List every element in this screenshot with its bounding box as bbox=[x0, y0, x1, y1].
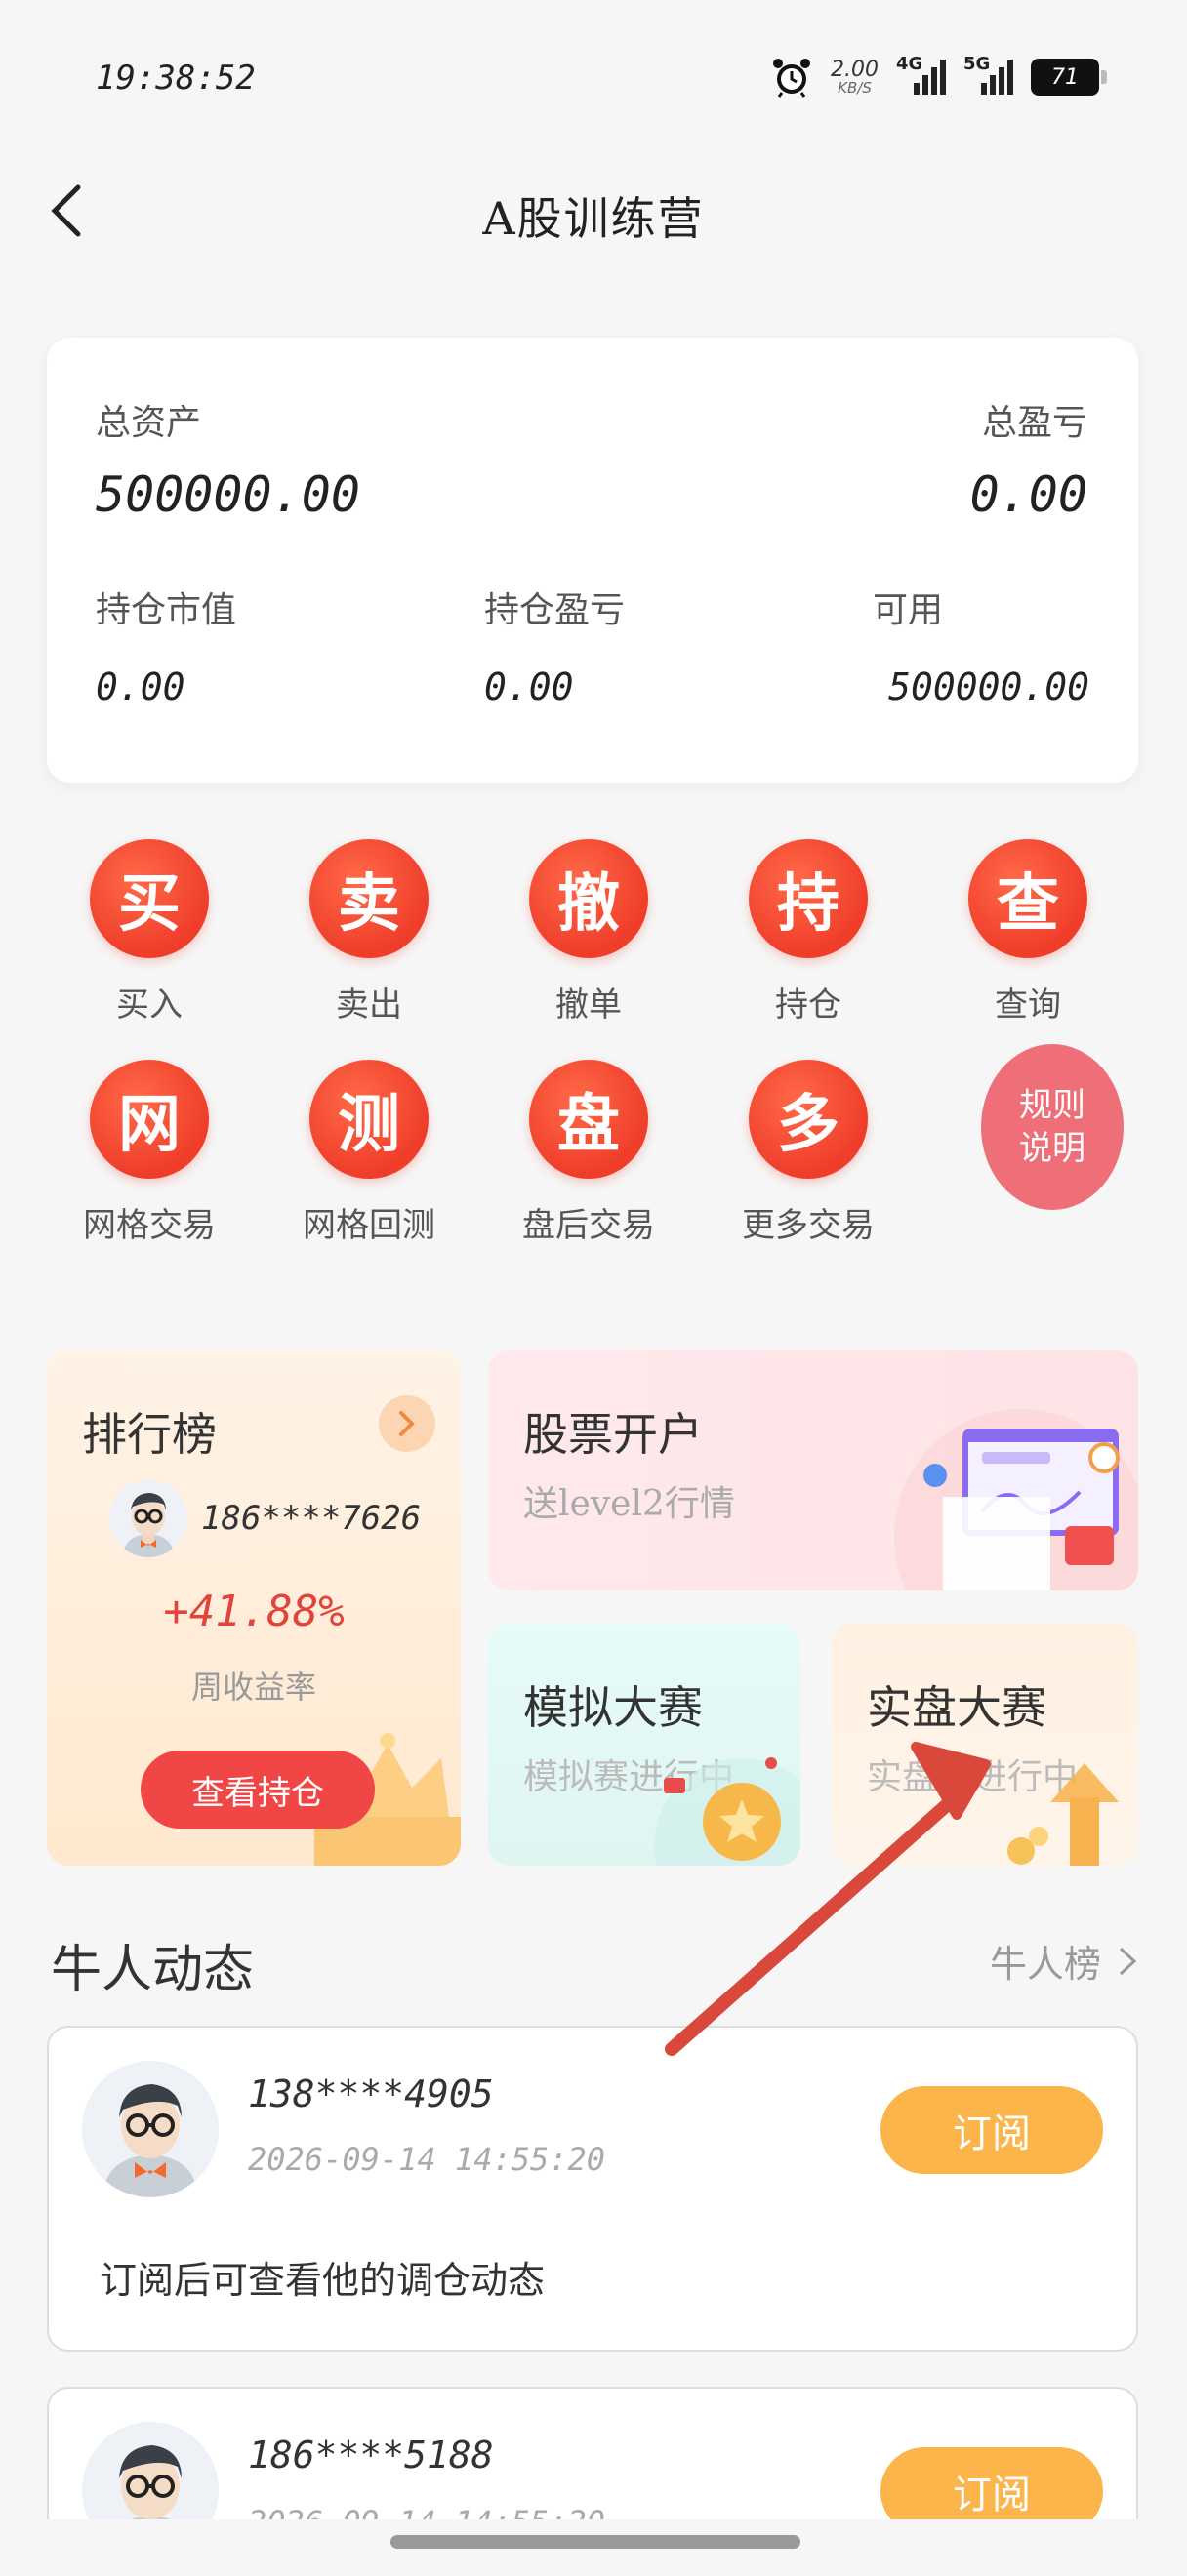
alarm-icon bbox=[770, 56, 813, 99]
after-hours-label: 盘后交易 bbox=[522, 1206, 655, 1245]
grid-backtest-button[interactable]: 测 网格回测 bbox=[266, 1060, 471, 1246]
open-account-subtitle: 送level2行情 bbox=[523, 1484, 735, 1524]
network-speed-value: 2.00 bbox=[831, 57, 879, 82]
open-account-title: 股票开户 bbox=[523, 1408, 703, 1461]
home-indicator[interactable] bbox=[390, 2535, 800, 2549]
status-icons: 2.00 KB/S 4G 5G 71 bbox=[770, 53, 1107, 101]
position-pnl-label: 持仓盈亏 bbox=[484, 590, 626, 630]
positions-icon: 持 bbox=[749, 839, 868, 958]
ranking-card[interactable]: 排行榜 186****7626 +41.88% 周收益率 查看持仓 bbox=[47, 1350, 461, 1866]
feed-item: 138****4905 2026-09-14 14:55:20 订阅 订阅后可查… bbox=[47, 2026, 1138, 2352]
more-trading-label: 更多交易 bbox=[742, 1206, 875, 1245]
signal-4g-icon: 4G bbox=[896, 54, 946, 95]
growth-arrow-icon bbox=[1007, 1763, 1119, 1866]
browser-illustration-icon bbox=[894, 1409, 1138, 1590]
chevron-right-icon bbox=[1119, 1947, 1137, 1975]
buy-icon: 买 bbox=[90, 839, 209, 958]
network-speed-unit: KB/S bbox=[838, 78, 872, 97]
grid-backtest-icon: 测 bbox=[309, 1060, 429, 1179]
simulated-contest-card[interactable]: 模拟大赛 模拟赛进行中 bbox=[488, 1624, 800, 1866]
feed-timestamp: 2026-09-14 14:55:20 bbox=[248, 2141, 606, 2178]
cancel-order-button[interactable]: 撤 撤单 bbox=[486, 839, 691, 1026]
position-value-value: 0.00 bbox=[96, 665, 185, 708]
status-time: 19:38:52 bbox=[96, 59, 256, 98]
available-value: 500000.00 bbox=[888, 665, 1089, 708]
page-title: A股训练营 bbox=[482, 192, 705, 245]
feed-description: 订阅后可查看他的调仓动态 bbox=[100, 2259, 546, 2302]
network-speed: 2.00 KB/S bbox=[831, 57, 879, 97]
feed-user-phone: 186****5188 bbox=[248, 2434, 494, 2476]
signal-4g-label: 4G bbox=[896, 54, 923, 74]
grid-trading-label: 网格交易 bbox=[83, 1206, 216, 1245]
buy-label: 买入 bbox=[116, 986, 183, 1025]
status-bar: 19:38:52 2.00 KB/S 4G 5G 71 bbox=[0, 0, 1187, 146]
total-assets-value: 500000.00 bbox=[96, 466, 360, 523]
after-hours-icon: 盘 bbox=[529, 1060, 648, 1179]
chevron-right-icon[interactable] bbox=[379, 1395, 435, 1452]
sell-icon: 卖 bbox=[309, 839, 429, 958]
sell-label: 卖出 bbox=[336, 986, 402, 1025]
total-pnl-value: 0.00 bbox=[969, 466, 1087, 523]
total-pnl-label: 总盈亏 bbox=[981, 403, 1087, 443]
feed-section-title: 牛人动态 bbox=[51, 1941, 255, 1999]
grid-trading-button[interactable]: 网 网格交易 bbox=[47, 1060, 252, 1246]
after-hours-trading-button[interactable]: 盘 盘后交易 bbox=[486, 1060, 691, 1246]
real-contest-card[interactable]: 实盘大赛 实盘赛进行中 bbox=[832, 1624, 1138, 1866]
nav-bar: A股训练营 bbox=[0, 146, 1187, 273]
rules-button[interactable]: 规则 说明 bbox=[981, 1044, 1124, 1210]
signal-5g-label: 5G bbox=[963, 54, 991, 74]
grid-trading-icon: 网 bbox=[90, 1060, 209, 1179]
signal-5g-icon: 5G bbox=[963, 54, 1013, 95]
avatar bbox=[109, 1479, 187, 1557]
more-trading-button[interactable]: 多 更多交易 bbox=[706, 1060, 911, 1246]
leaderboard-link-label: 牛人榜 bbox=[989, 1943, 1101, 1986]
battery-level: 71 bbox=[1051, 64, 1079, 90]
avatar[interactable] bbox=[82, 2061, 219, 2197]
cancel-order-label: 撤单 bbox=[555, 986, 622, 1025]
real-contest-title: 实盘大赛 bbox=[867, 1681, 1046, 1734]
feed-user-phone: 138****4905 bbox=[248, 2073, 494, 2115]
ranking-user-phone: 186****7626 bbox=[201, 1499, 422, 1538]
cancel-order-icon: 撤 bbox=[529, 839, 648, 958]
ranking-user: 186****7626 bbox=[109, 1479, 421, 1557]
subscribe-button[interactable]: 订阅 bbox=[880, 2086, 1103, 2174]
rules-line-1: 规则 bbox=[1019, 1085, 1085, 1125]
quick-actions-grid: 买 买入 卖 卖出 撤 撤单 持 持仓 查 查询 网 网格交易 测 网格回测 盘… bbox=[47, 839, 1140, 1298]
rules-line-2: 说明 bbox=[1019, 1129, 1085, 1168]
buy-button[interactable]: 买 买入 bbox=[47, 839, 252, 1026]
battery-icon: 71 bbox=[1031, 59, 1107, 96]
query-button[interactable]: 查 查询 bbox=[925, 839, 1130, 1026]
position-pnl-value: 0.00 bbox=[484, 665, 574, 708]
more-trading-icon: 多 bbox=[749, 1060, 868, 1179]
positions-label: 持仓 bbox=[775, 986, 841, 1025]
grid-backtest-label: 网格回测 bbox=[303, 1206, 435, 1245]
ranking-title: 排行榜 bbox=[82, 1408, 217, 1461]
account-summary-card: 总资产 500000.00 总盈亏 0.00 持仓市值 0.00 持仓盈亏 0.… bbox=[47, 338, 1138, 783]
open-account-card[interactable]: 股票开户 送level2行情 bbox=[488, 1350, 1138, 1590]
positions-button[interactable]: 持 持仓 bbox=[706, 839, 911, 1026]
view-positions-button[interactable]: 查看持仓 bbox=[141, 1751, 375, 1829]
sim-contest-title: 模拟大赛 bbox=[523, 1681, 703, 1734]
sell-button[interactable]: 卖 卖出 bbox=[266, 839, 471, 1026]
query-label: 查询 bbox=[995, 986, 1061, 1025]
leaderboard-link[interactable]: 牛人榜 bbox=[990, 1934, 1138, 1988]
total-assets-label: 总资产 bbox=[96, 403, 202, 443]
position-value-label: 持仓市值 bbox=[96, 590, 237, 630]
query-icon: 查 bbox=[968, 839, 1087, 958]
ranking-return-pct: +41.88% bbox=[163, 1587, 345, 1636]
available-label: 可用 bbox=[873, 590, 944, 630]
trophy-coin-icon bbox=[654, 1757, 800, 1866]
